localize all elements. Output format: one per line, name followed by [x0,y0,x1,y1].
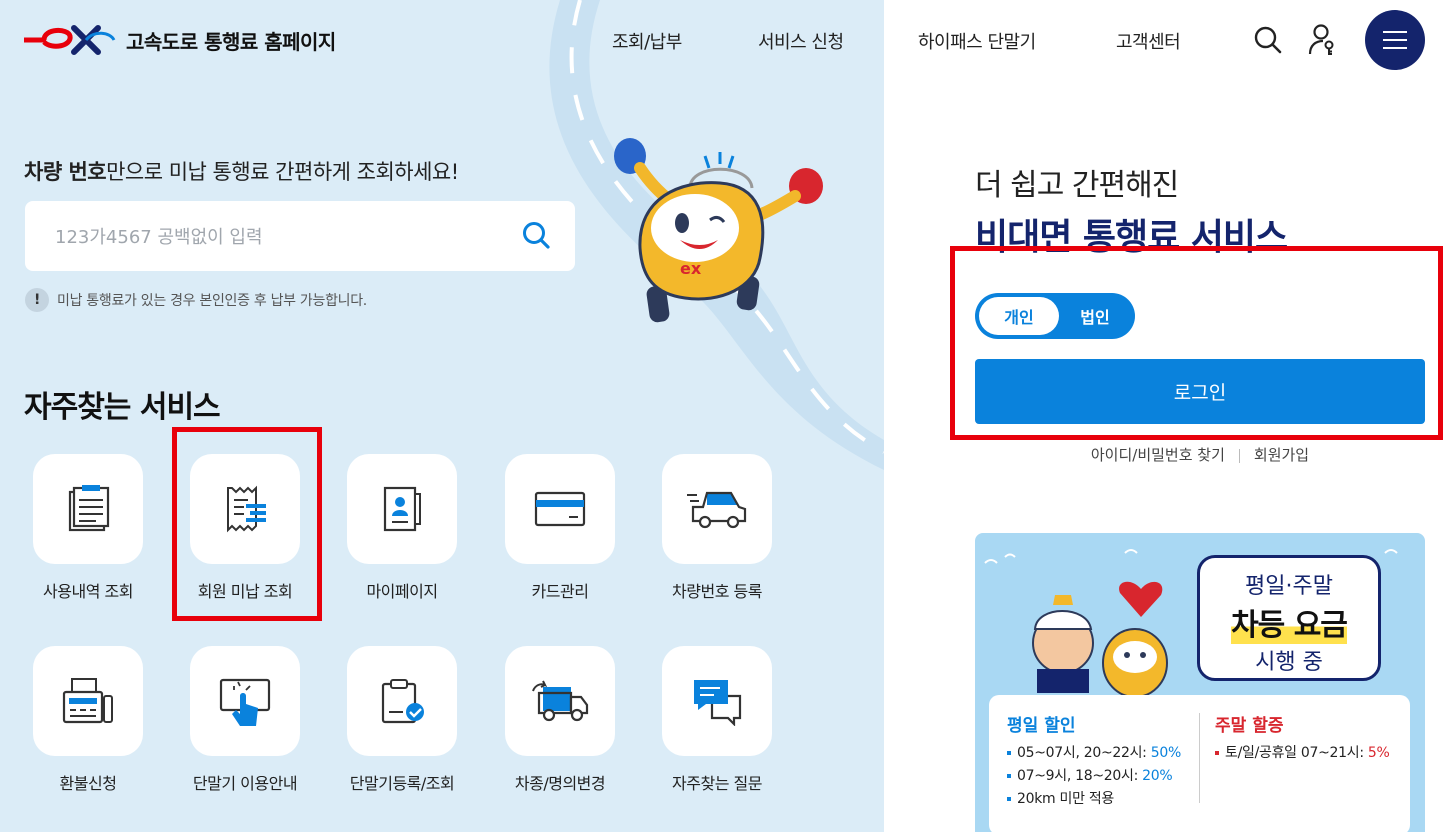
info-divider [1199,713,1200,803]
service-mypage[interactable]: 마이페이지 [324,454,480,624]
search-headline: 차량 번호만으로 미납 통행료 간편하게 조회하세요! [24,156,459,186]
service-tile[interactable] [190,646,300,756]
weekday-item: 07~9시, 18~20시: 20% [1007,765,1181,785]
card-icon [534,491,586,527]
plate-number-input[interactable] [55,223,495,251]
weekday-column: 평일 할인 05~07시, 20~22시: 50% 07~9시, 18~20시:… [1007,711,1181,811]
service-device-guide[interactable]: 단말기 이용안내 [167,646,323,816]
service-label: 사용내역 조회 [43,582,133,601]
account-links: 아이디/비밀번호 찾기 회원가입 [975,444,1425,465]
document-list-icon [68,485,110,532]
banner-line3: 시행 중 [1255,650,1323,675]
plate-search-box [25,201,575,271]
search-icon [1254,26,1282,54]
fax-machine-icon [62,678,113,724]
service-usage-history[interactable]: 사용내역 조회 [10,454,166,624]
headline-rest: 만으로 미납 통행료 간편하게 조회하세요! [106,160,459,184]
banner-line1: 평일·주말 [1245,574,1333,599]
plate-search-button[interactable] [519,219,553,253]
nav-service-apply[interactable]: 서비스 신청 [758,28,844,54]
service-label: 단말기등록/조회 [349,774,455,793]
notice-line: ! 미납 통행료가 있는 경우 본인인증 후 납부 가능합니다. [25,288,367,312]
svg-text:ex: ex [680,259,702,278]
logo-text: 고속도로 통행료 홈페이지 [126,29,336,54]
weekend-title: 주말 할증 [1215,716,1284,736]
service-label: 차량번호 등록 [672,582,762,601]
service-label: 단말기 이용안내 [192,774,298,793]
service-tile[interactable] [347,454,457,564]
service-label: 마이페이지 [366,582,438,601]
nav-customer-center[interactable]: 고객센터 [1116,28,1181,54]
weekday-title: 평일 할인 [1007,716,1076,736]
toll-rate-banner[interactable]: 평일·주말 차등 요금 시행 중 평일 할인 05~07시, 20~22시: 5… [975,533,1425,832]
service-label: 환불신청 [59,774,117,793]
service-faq[interactable]: 자주찾는 질문 [639,646,795,816]
login-user-button[interactable] [1305,20,1341,60]
hamburger-menu-icon [1383,31,1407,49]
highlight-annotation [950,246,1443,440]
service-label: 카드관리 [531,582,589,601]
ex-logo-icon [24,25,116,55]
signup-link[interactable]: 회원가입 [1254,446,1309,464]
service-tile[interactable] [33,646,143,756]
service-label: 자주찾는 질문 [672,774,762,793]
service-tile[interactable] [347,646,457,756]
car-icon [687,491,747,529]
banner-info-card: 평일 할인 05~07시, 20~22시: 50% 07~9시, 18~20시:… [989,695,1410,832]
search-icon [523,221,550,249]
weekend-column: 주말 할증 토/일/공휴일 07~21시: 5% [1215,711,1390,765]
site-logo[interactable]: 고속도로 통행료 홈페이지 [24,24,336,56]
weekday-item: 05~07시, 20~22시: 50% [1007,742,1181,762]
service-refund[interactable]: 환불신청 [10,646,166,816]
search-button[interactable] [1250,20,1286,60]
chat-icon [694,680,742,726]
nav-lookup-payment[interactable]: 조회/납부 [612,28,682,54]
weekday-item: 20km 미만 적용 [1007,788,1181,808]
service-tile[interactable] [662,454,772,564]
service-label: 차종/명의변경 [514,774,606,793]
user-key-icon [1308,24,1334,55]
login-subtitle: 더 쉽고 간편해진 [975,168,1179,203]
headline-bold: 차량 번호 [24,160,107,184]
nav-hipass-device[interactable]: 하이패스 단말기 [918,28,1036,54]
find-id-password-link[interactable]: 아이디/비밀번호 찾기 [1091,446,1225,464]
services-title: 자주찾는 서비스 [24,390,221,425]
service-vehicle-register[interactable]: 차량번호 등록 [639,454,795,624]
highlight-annotation [172,427,322,621]
menu-button[interactable] [1365,10,1425,70]
service-tile[interactable] [505,646,615,756]
service-vehicle-type-change[interactable]: 차종/명의변경 [482,646,638,816]
link-divider [1238,448,1240,463]
truck-icon [532,680,589,722]
service-tile[interactable] [505,454,615,564]
notice-text: 미납 통행료가 있는 경우 본인인증 후 납부 가능합니다. [57,293,367,309]
banner-speech-bubble: 평일·주말 차등 요금 시행 중 [1197,555,1381,681]
mascot-car-character: ex [614,138,823,323]
banner-line2: 차등 요금 [1231,600,1348,644]
profile-book-icon [383,486,421,532]
service-tile[interactable] [662,646,772,756]
clipboard-check-icon [381,679,424,724]
exclamation-icon: ! [25,288,49,312]
service-card-management[interactable]: 카드관리 [482,454,638,624]
touch-screen-icon [219,678,271,726]
weekend-item: 토/일/공휴일 07~21시: 5% [1215,742,1390,762]
service-device-register[interactable]: 단말기등록/조회 [324,646,480,816]
service-tile[interactable] [33,454,143,564]
